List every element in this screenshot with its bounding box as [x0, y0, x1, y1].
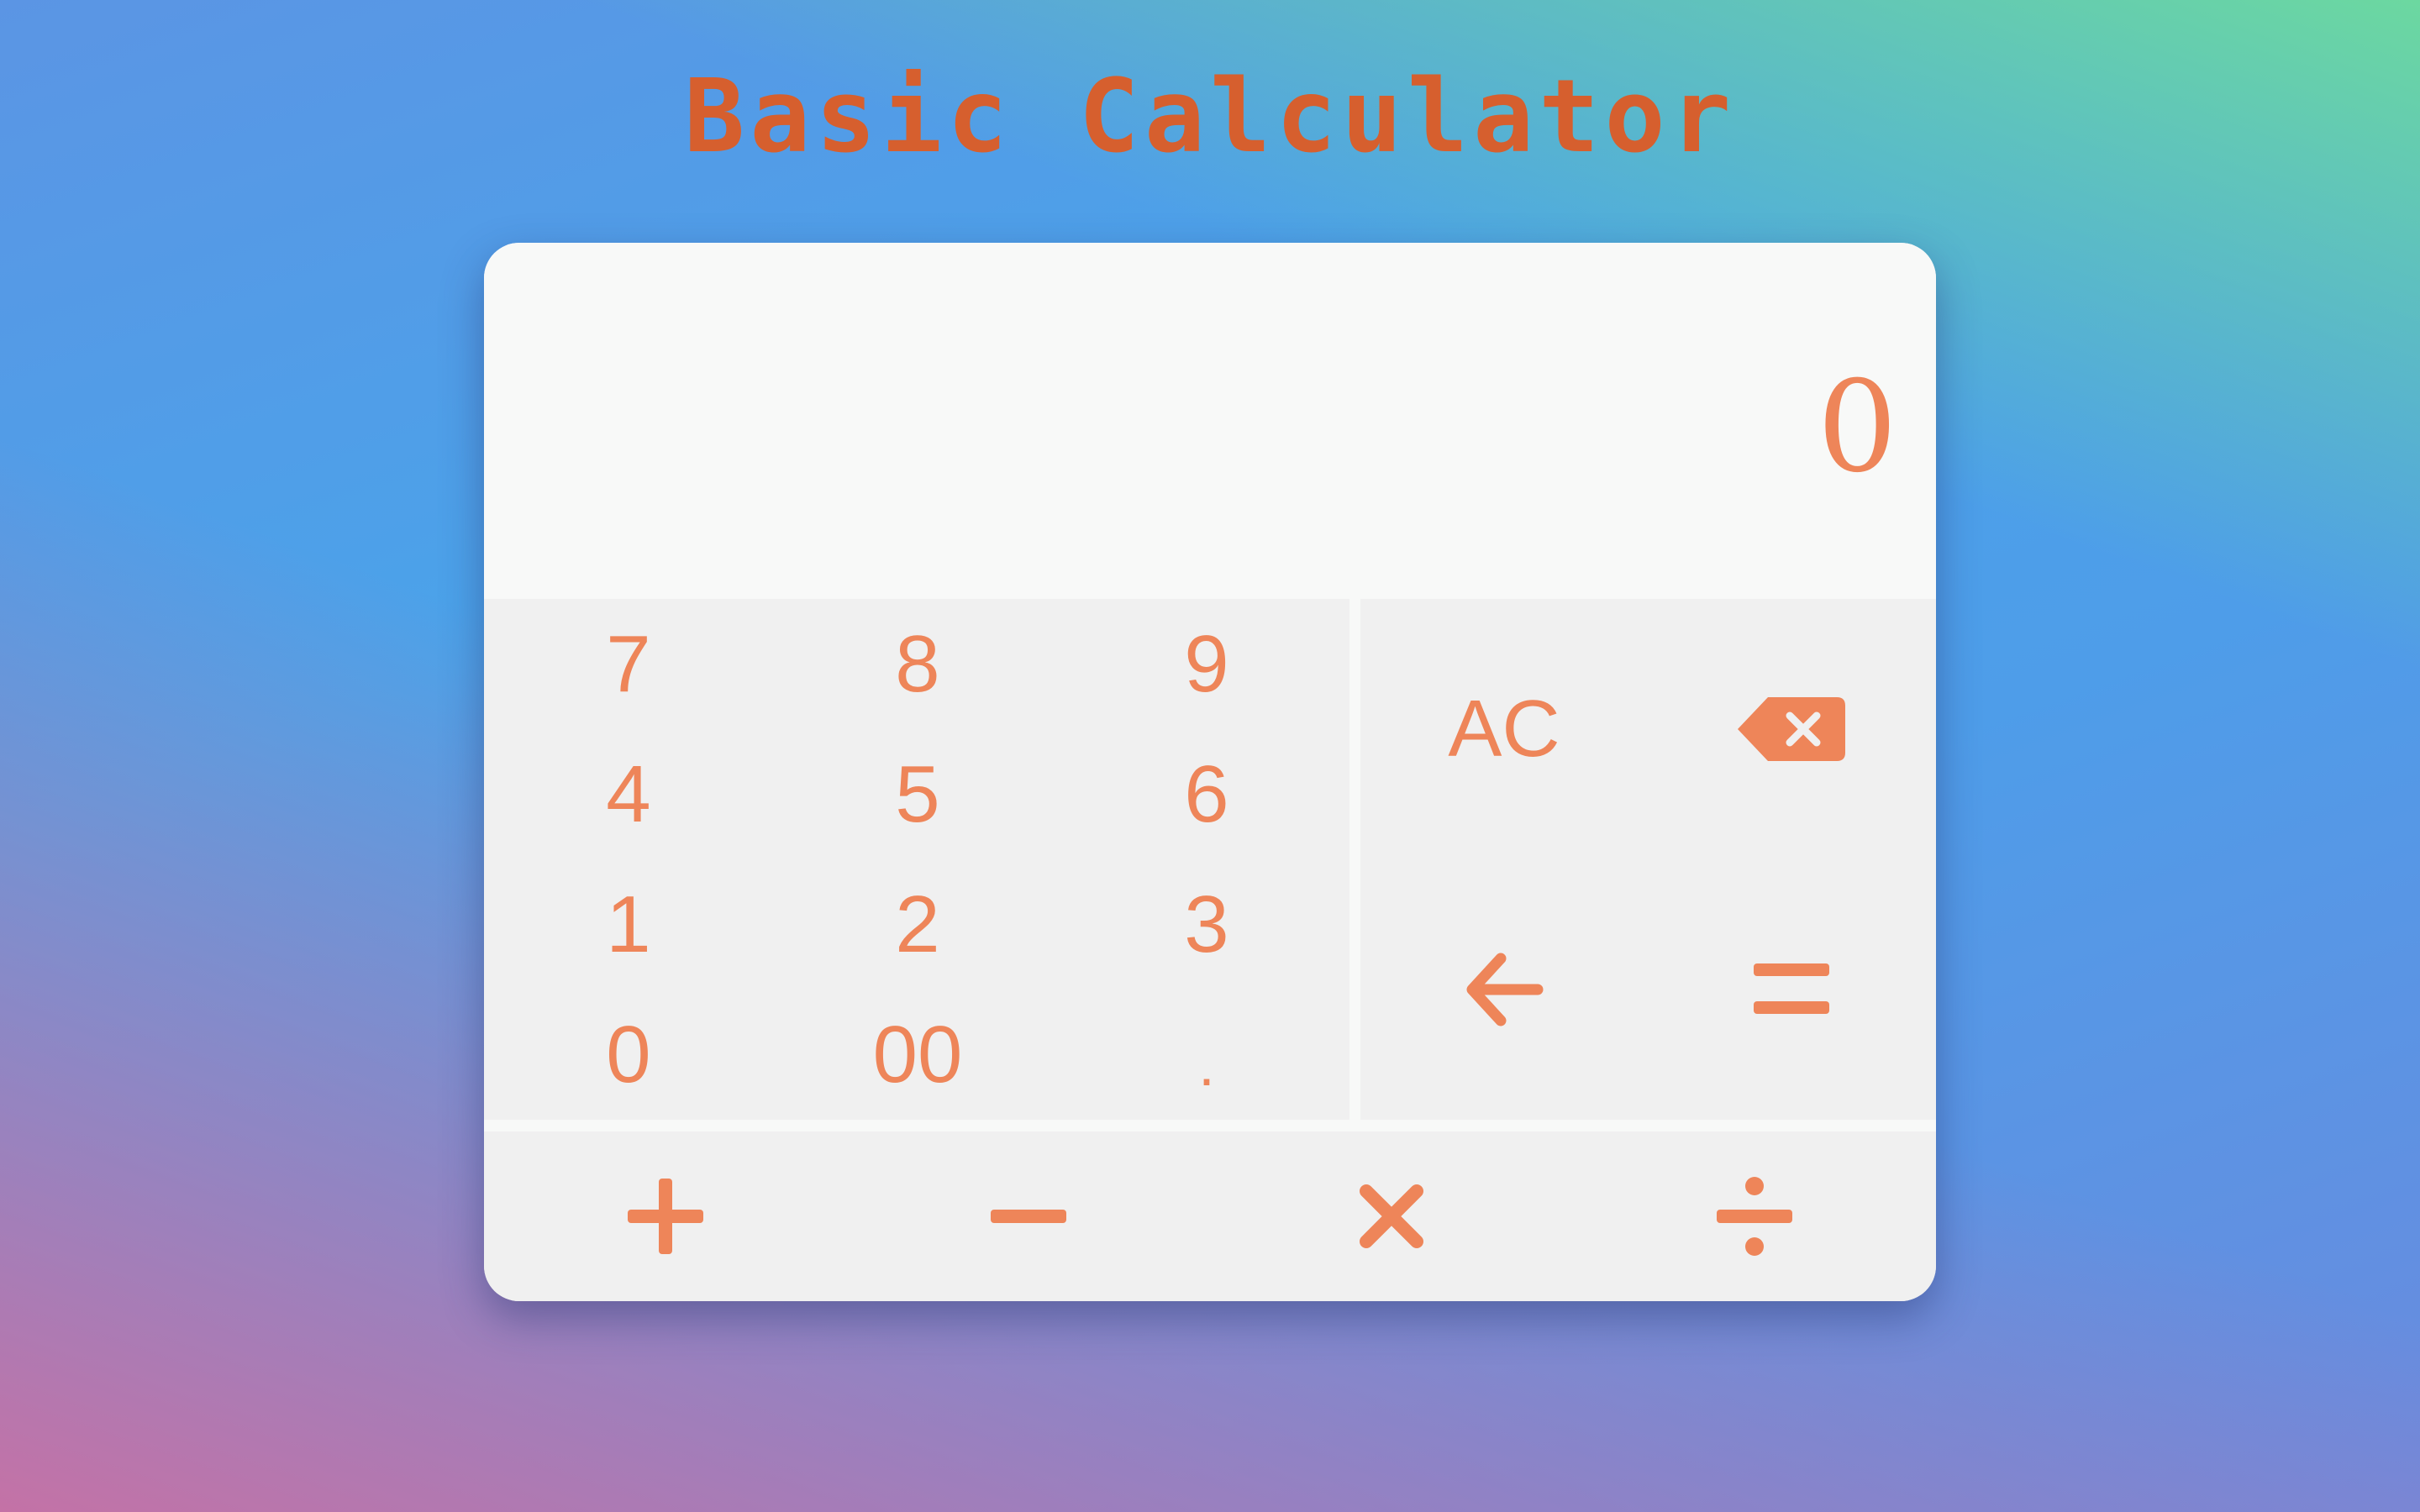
key-1[interactable]: 1: [484, 859, 773, 990]
page-title: Basic Calculator: [684, 59, 1736, 176]
control-keypad: AC: [1360, 599, 1936, 1120]
subtract-button[interactable]: [847, 1131, 1210, 1301]
multiply-button[interactable]: [1210, 1131, 1573, 1301]
key-5[interactable]: 5: [773, 729, 1062, 859]
plus-icon: [628, 1179, 703, 1254]
calculator: 0 7 8 9 4 5 6 1 2 3 0 00 . AC: [484, 243, 1936, 1301]
key-8[interactable]: 8: [773, 599, 1062, 729]
key-7[interactable]: 7: [484, 599, 773, 729]
equals-button[interactable]: [1648, 859, 1935, 1120]
operator-keypad: [484, 1131, 1936, 1301]
equals-icon: [1754, 963, 1829, 1016]
multiply-icon: [1360, 1184, 1423, 1248]
clear-label: AC: [1448, 684, 1560, 774]
divide-icon: [1717, 1177, 1792, 1256]
minus-icon: [991, 1208, 1066, 1225]
key-00[interactable]: 00: [773, 990, 1062, 1120]
key-6[interactable]: 6: [1062, 729, 1351, 859]
digit-keypad: 7 8 9 4 5 6 1 2 3 0 00 .: [484, 599, 1349, 1120]
display-value: 0: [1817, 354, 1897, 501]
clear-button[interactable]: AC: [1360, 599, 1648, 859]
key-2[interactable]: 2: [773, 859, 1062, 990]
add-button[interactable]: [484, 1131, 847, 1301]
divide-button[interactable]: [1573, 1131, 1936, 1301]
key-decimal[interactable]: .: [1062, 990, 1351, 1120]
display: 0: [484, 243, 1936, 599]
backspace-button[interactable]: [1648, 599, 1935, 859]
back-button[interactable]: [1360, 859, 1648, 1120]
key-9[interactable]: 9: [1062, 599, 1351, 729]
key-0[interactable]: 0: [484, 990, 773, 1120]
operator-divider: [484, 1120, 1936, 1131]
arrow-left-icon: [1464, 952, 1544, 1027]
key-4[interactable]: 4: [484, 729, 773, 859]
key-3[interactable]: 3: [1062, 859, 1351, 990]
backspace-icon: [1738, 697, 1845, 761]
keypad-divider: [1349, 599, 1360, 1120]
